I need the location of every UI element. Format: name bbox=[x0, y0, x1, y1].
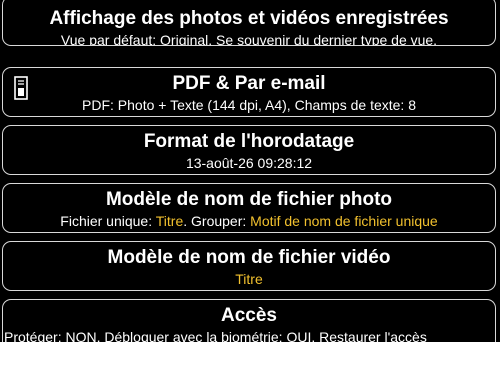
setting-subtitle: 13-août-26 09:28:12 bbox=[185, 155, 313, 171]
setting-title: Affichage des photos et vidéos enregistr… bbox=[49, 8, 449, 29]
setting-title: PDF & Par e-mail bbox=[172, 73, 326, 94]
setting-pdf-email[interactable]: PDF & Par e-mail PDF: Photo + Texte (144… bbox=[2, 67, 496, 117]
setting-timestamp-format[interactable]: Format de l'horodatage 13-août-26 09:28:… bbox=[2, 125, 496, 175]
setting-photo-filename-template[interactable]: Modèle de nom de fichier photo Fichier u… bbox=[2, 183, 496, 233]
setting-title: Format de l'horodatage bbox=[143, 131, 355, 152]
setting-photo-video-display[interactable]: Affichage des photos et vidéos enregistr… bbox=[2, 0, 496, 46]
setting-subtitle: Titre bbox=[235, 271, 263, 287]
settings-list: Affichage des photos et vidéos enregistr… bbox=[0, 0, 500, 342]
setting-video-filename-template[interactable]: Modèle de nom de fichier vidéo Titre bbox=[2, 241, 496, 291]
setting-title: Modèle de nom de fichier vidéo bbox=[107, 247, 391, 268]
setting-title: Accès bbox=[221, 305, 277, 326]
setting-title: Modèle de nom de fichier photo bbox=[105, 189, 393, 210]
subtitle-text: Fichier unique: bbox=[60, 213, 156, 229]
setting-subtitle: PDF: Photo + Texte (144 dpi, A4), Champs… bbox=[82, 97, 416, 113]
subtitle-value: Titre bbox=[155, 213, 184, 229]
setting-subtitle: Fichier unique: Titre. Grouper: Motif de… bbox=[3, 213, 495, 230]
subtitle-text: . Grouper: bbox=[183, 213, 251, 229]
setting-subtitle: Protéger: NON. Débloquer avec la biométr… bbox=[4, 329, 427, 342]
setting-subtitle: Vue par défaut: Original. Se souvenir du… bbox=[60, 32, 438, 46]
setting-access[interactable]: Accès Protéger: NON. Débloquer avec la b… bbox=[2, 299, 496, 342]
subtitle-value: Motif de nom de fichier unique bbox=[250, 213, 438, 229]
